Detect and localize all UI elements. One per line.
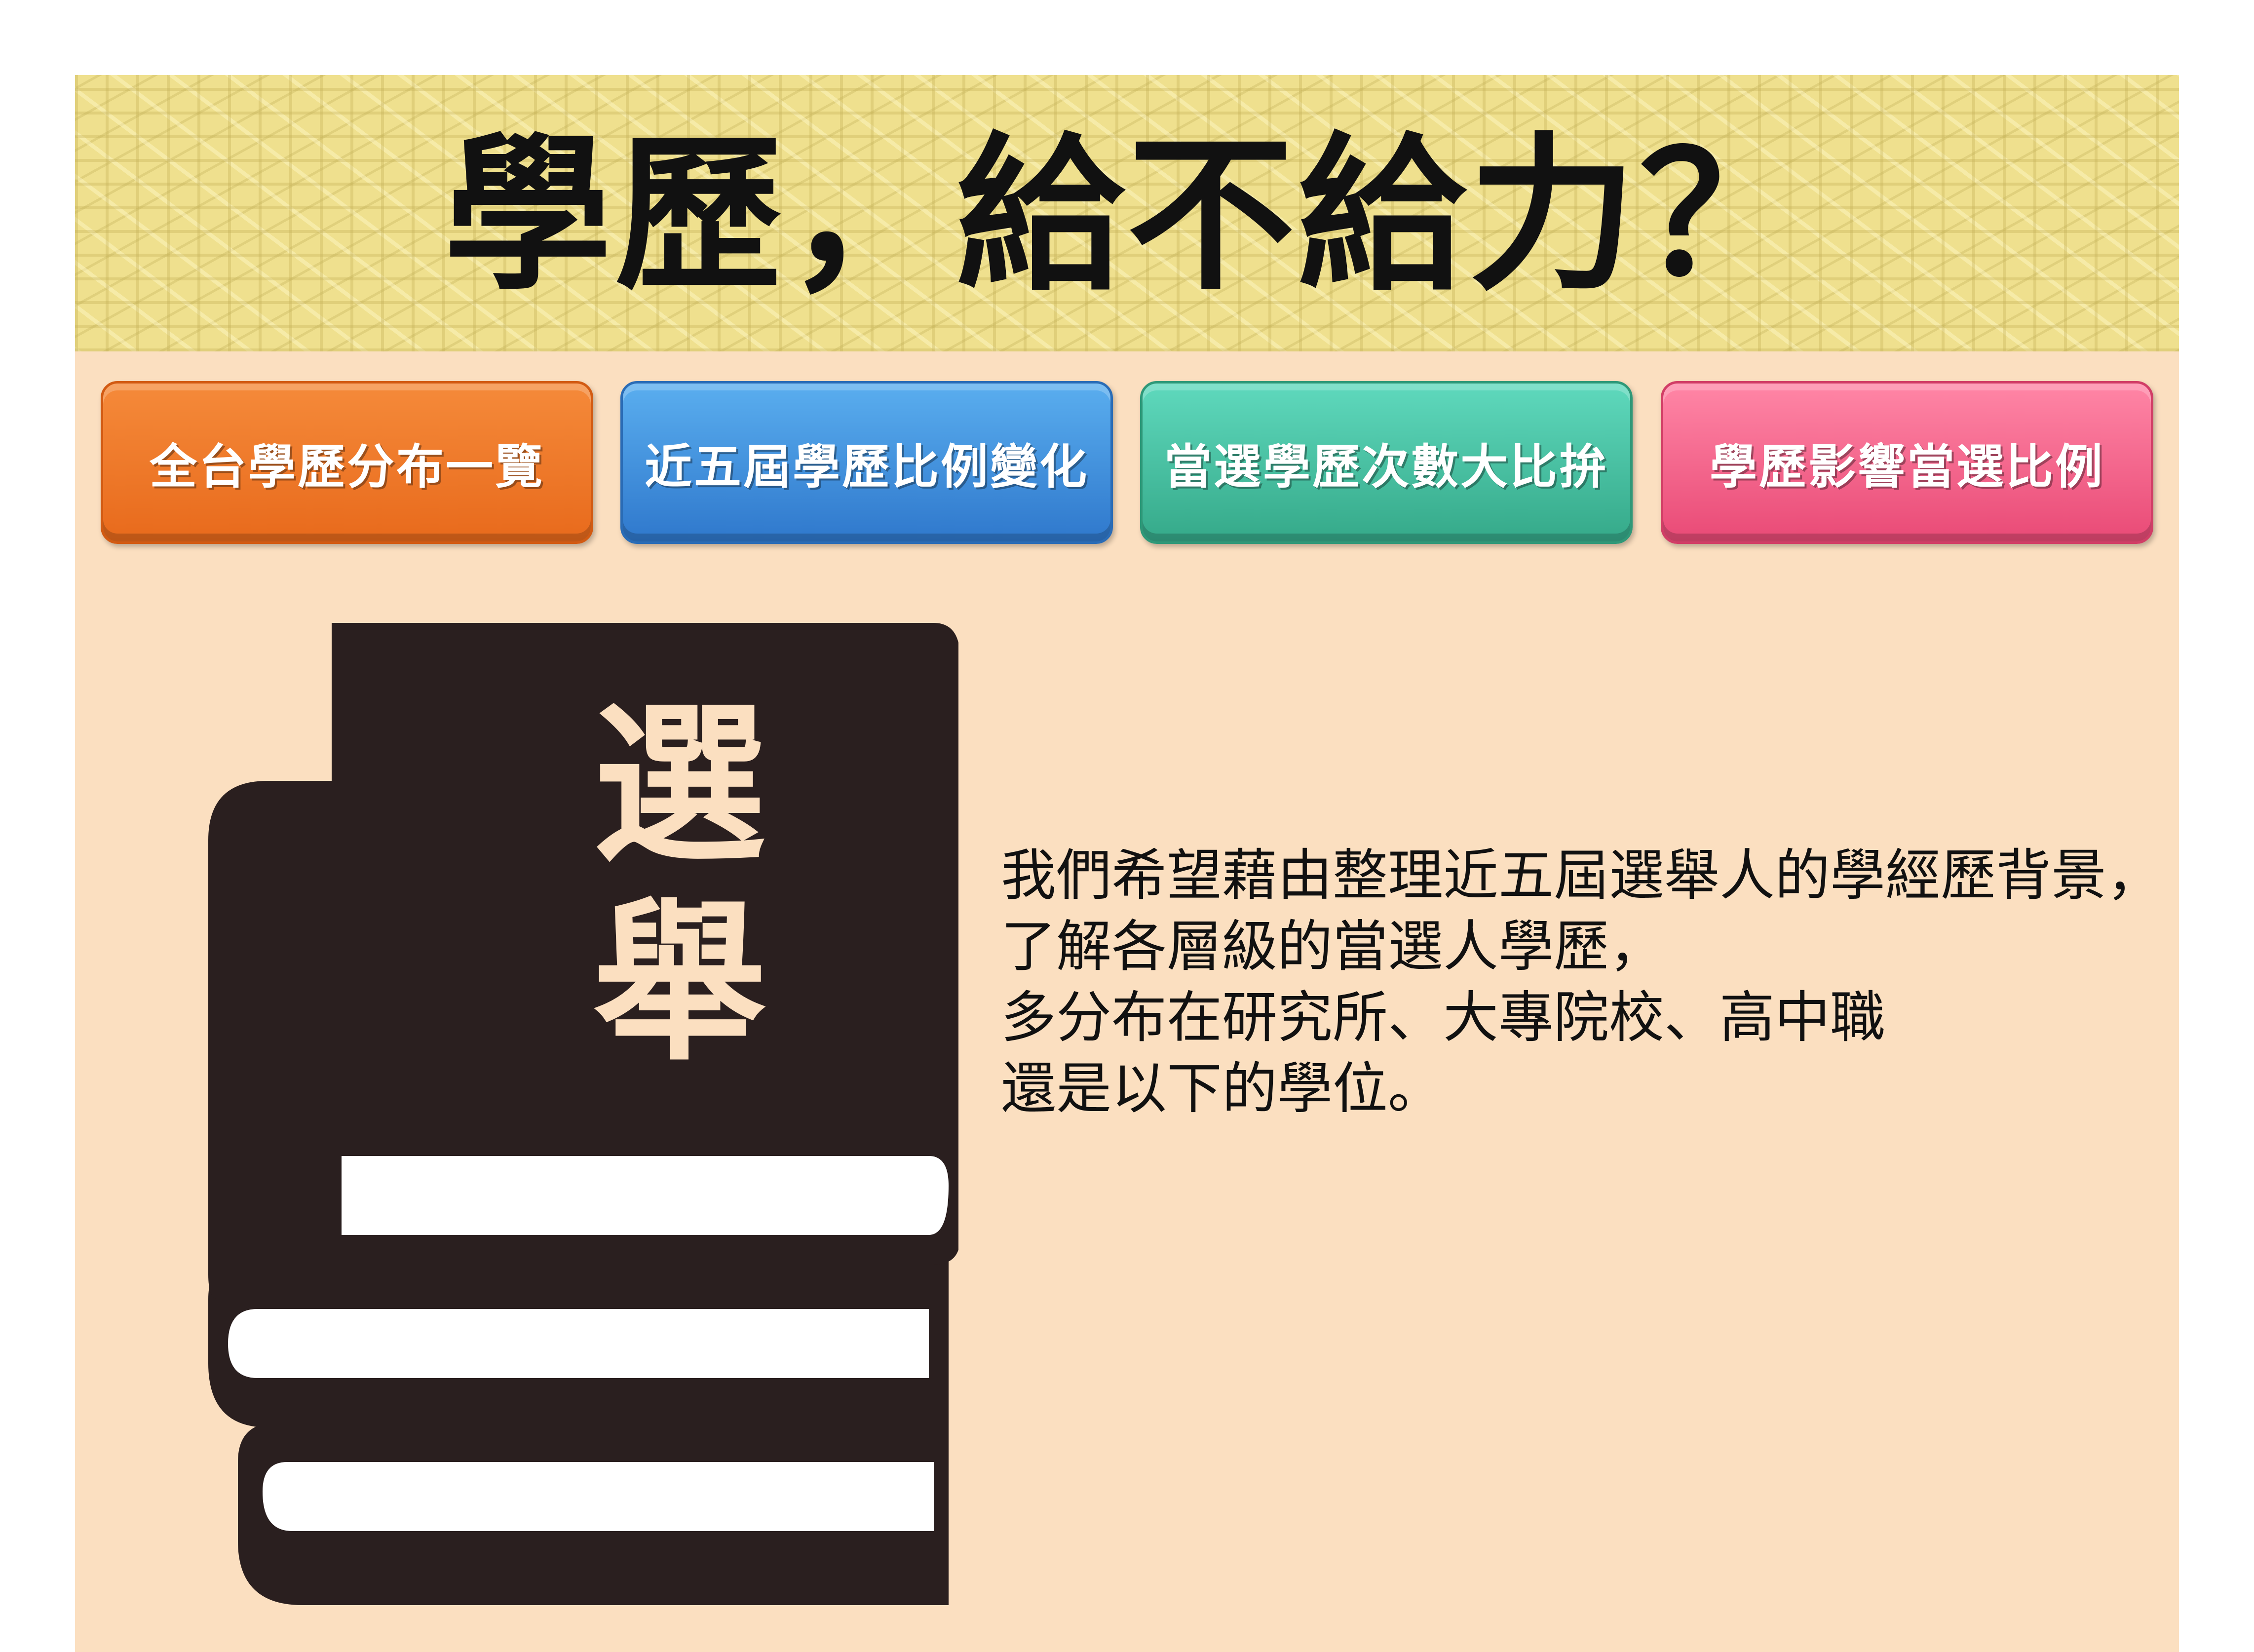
book-stack-icon bbox=[208, 623, 958, 1605]
description-text: 我們希望藉由整理近五屆選舉人的學經歷背景， 了解各層級的當選人學歷， 多分布在研… bbox=[1001, 840, 2162, 1124]
nav-button-ratio-change[interactable]: 近五屆學歷比例變化 bbox=[620, 381, 1113, 544]
slide: 學歷，給不給力？ 全台學歷分布一覽 近五屆學歷比例變化 當選學歷次數大比拚 學歷… bbox=[75, 75, 2179, 1652]
description-line: 我們希望藉由整理近五屆選舉人的學經歷背景， bbox=[1001, 844, 2162, 908]
nav-button-distribution[interactable]: 全台學歷分布一覽 bbox=[101, 381, 593, 544]
book-label-line2: 舉 bbox=[593, 883, 766, 1084]
book-label: 選 舉 bbox=[586, 687, 773, 1082]
book-label-line1: 選 bbox=[593, 685, 766, 886]
description-line: 了解各層級的當選人學歷， bbox=[1001, 915, 1664, 979]
description-line: 多分布在研究所、大專院校、高中職 bbox=[1001, 986, 1885, 1050]
nav-button-win-ratio[interactable]: 學歷影響當選比例 bbox=[1661, 381, 2153, 544]
description-line: 還是以下的學位。 bbox=[1001, 1057, 1443, 1121]
page-title: 學歷，給不給力？ bbox=[444, 118, 1810, 313]
title-banner: 學歷，給不給力？ bbox=[75, 75, 2179, 351]
nav-button-win-count[interactable]: 當選學歷次數大比拚 bbox=[1140, 381, 1633, 544]
